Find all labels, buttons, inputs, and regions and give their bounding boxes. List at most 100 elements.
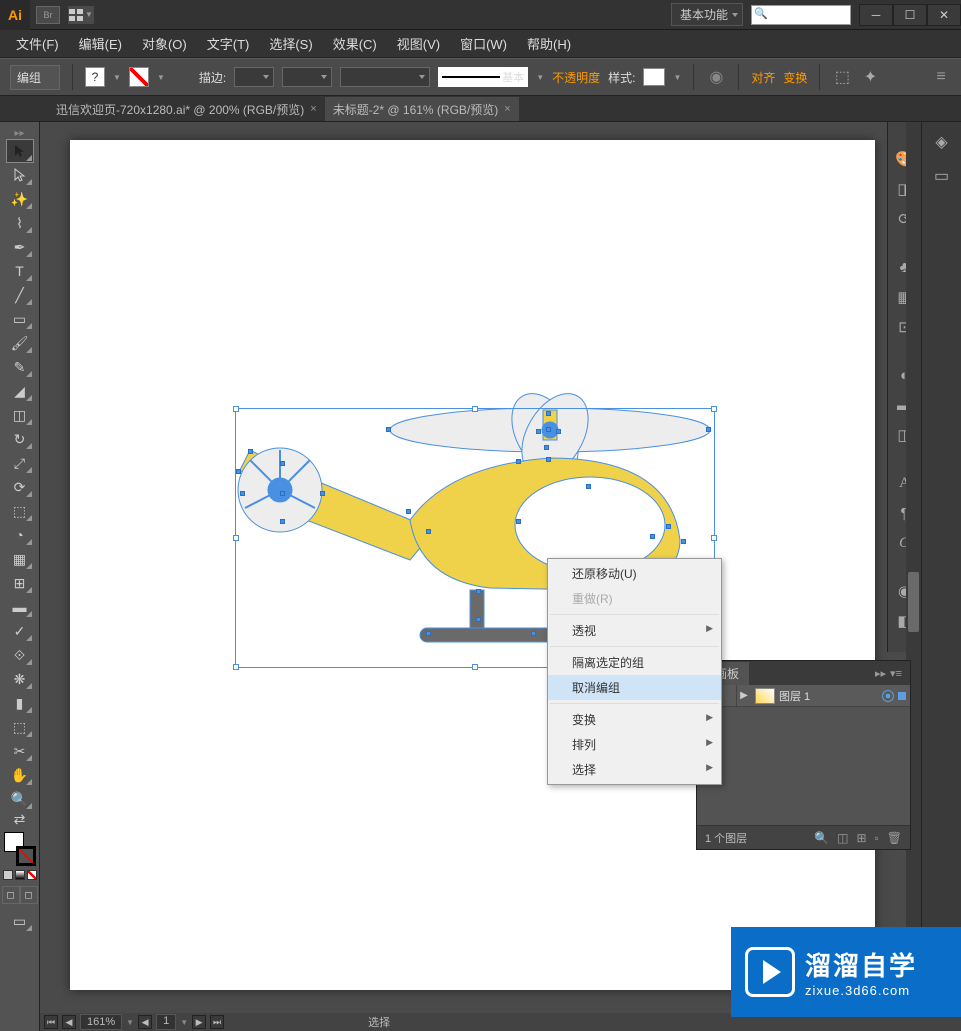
zoom-level[interactable]: 161% [80,1014,122,1030]
shape-builder-tool[interactable]: ◔ [7,524,33,546]
free-transform-tool[interactable]: ⬚ [7,500,33,522]
make-clipping-mask-icon[interactable]: ◫ [837,831,848,845]
rectangle-tool[interactable]: ▭ [7,308,33,330]
draw-mode-behind[interactable]: ◻ [20,886,38,904]
layer-target-icon[interactable] [882,690,894,702]
perspective-grid-tool[interactable]: ▦ [7,548,33,570]
layer-name[interactable]: 图层 1 [779,688,882,704]
artboards-panel-icon[interactable]: ▭ [930,164,954,188]
eyedropper-tool[interactable]: ✓ [7,620,33,642]
recolor-icon[interactable]: ◉ [706,67,726,87]
menu-file[interactable]: 文件(F) [8,30,67,57]
pencil-tool[interactable]: ✎ [7,356,33,378]
sel-handle-nw[interactable] [233,406,239,412]
direct-selection-tool[interactable] [7,164,33,186]
sel-handle-n[interactable] [472,406,478,412]
layers-panel-icon[interactable]: ◈ [930,130,954,154]
line-tool[interactable]: ╱ [7,284,33,306]
menu-type[interactable]: 文字(T) [199,30,258,57]
menu-view[interactable]: 视图(V) [389,30,448,57]
stroke-profile-dropdown[interactable] [282,67,332,87]
lasso-tool[interactable]: ⌇ [7,212,33,234]
close-button[interactable]: ✕ [927,4,961,26]
slice-tool[interactable]: ✂ [7,740,33,762]
artboard-tool[interactable]: ⬚ [7,716,33,738]
brush-definition-dropdown[interactable]: 基本 [438,67,528,87]
cm-transform[interactable]: 变换 [548,707,721,732]
selection-tool[interactable] [7,140,33,162]
canvas-viewport[interactable]: ◂◂ 🎨 ◨ ⟳ ♣ ▦ ⊡ ◐ ▬ ◫ A ¶ O ◉ ◧ [40,122,921,1031]
menu-object[interactable]: 对象(O) [134,30,195,57]
width-tool[interactable]: ⟳ [7,476,33,498]
hand-tool[interactable]: ✋ [7,764,33,786]
vertical-scrollbar[interactable] [906,122,921,1013]
status-nav-prev[interactable]: ◀ [62,1015,76,1029]
panel-collapse-icon[interactable]: ▸▸ [875,667,886,680]
status-artboard-nav-prev[interactable]: ◀ [138,1015,152,1029]
panel-menu-icon[interactable]: ▾≡ [890,667,902,680]
sel-handle-sw[interactable] [233,664,239,670]
tab-close-icon[interactable]: × [310,103,316,115]
menu-select[interactable]: 选择(S) [261,30,320,57]
style-swatch[interactable] [643,68,665,86]
gradient-tool[interactable]: ▬ [7,596,33,618]
bridge-badge[interactable]: Br [36,6,60,24]
maximize-button[interactable]: ☐ [893,4,927,26]
sel-handle-s[interactable] [472,664,478,670]
scrollbar-thumb[interactable] [908,572,919,632]
arrange-documents-dropdown[interactable]: ▼ [68,6,94,24]
menu-window[interactable]: 窗口(W) [452,30,515,57]
toggle-fill-stroke[interactable]: ⇄ [7,812,33,826]
workspace-switcher[interactable]: 基本功能 [671,3,743,26]
edit-clip-icon[interactable]: ✦ [860,67,880,87]
minimize-button[interactable]: ─ [859,4,893,26]
search-input[interactable] [751,5,851,25]
transform-link[interactable]: 变换 [783,69,807,86]
blend-tool[interactable]: ⟐ [7,644,33,666]
type-tool[interactable]: T [7,260,33,282]
align-link[interactable]: 对齐 [751,69,775,86]
stroke-box[interactable] [16,846,36,866]
document-tab[interactable]: 迅信欢迎页-720x1280.ai* @ 200% (RGB/预览) × [48,97,325,121]
isolate-icon[interactable]: ⬚ [832,67,852,87]
scale-tool[interactable]: ⤢ [7,452,33,474]
artboard-number[interactable]: 1 [156,1014,176,1030]
cm-ungroup[interactable]: 取消编组 [548,675,721,700]
status-nav-first[interactable]: ⏮ [44,1015,58,1029]
delete-layer-icon[interactable]: 🗑 [887,831,902,845]
column-graph-tool[interactable]: ▮ [7,692,33,714]
screen-mode-button[interactable]: ▭ [7,910,33,932]
color-mode-gradient[interactable] [15,870,25,880]
menu-help[interactable]: 帮助(H) [519,30,579,57]
cm-perspective[interactable]: 透视 [548,618,721,643]
create-sublayer-icon[interactable]: ⊞ [856,831,866,845]
locate-object-icon[interactable]: 🔍 [814,831,829,845]
help-icon[interactable]: ? [85,67,105,87]
document-tab[interactable]: 未标题-2* @ 161% (RGB/预览) × [325,97,519,121]
zoom-tool[interactable]: 🔍 [7,788,33,810]
eraser-tool[interactable]: ◫ [7,404,33,426]
cm-isolate[interactable]: 隔离选定的组 [548,650,721,675]
tools-grip[interactable]: ▸▸ [0,128,39,138]
color-mode-solid[interactable] [3,870,13,880]
tab-close-icon[interactable]: × [504,103,510,115]
cm-arrange[interactable]: 排列 [548,732,721,757]
menu-edit[interactable]: 编辑(E) [71,30,130,57]
selection-type-label[interactable]: 编组 [10,65,60,90]
sel-handle-ne[interactable] [711,406,717,412]
magic-wand-tool[interactable]: ✨ [7,188,33,210]
sel-handle-e[interactable] [711,535,717,541]
layer-expand-icon[interactable]: ▶ [737,690,751,701]
no-fill-icon[interactable] [129,67,149,87]
blob-brush-tool[interactable]: ◢ [7,380,33,402]
fill-stroke-indicator[interactable] [4,832,36,866]
menu-effect[interactable]: 效果(C) [325,30,385,57]
panel-menu-icon[interactable]: ≡ [931,67,951,87]
pen-tool[interactable]: ✒ [7,236,33,258]
paintbrush-tool[interactable]: 🖌 [7,332,33,354]
cm-select[interactable]: 选择 [548,757,721,782]
opacity-link[interactable]: 不透明度 [552,69,600,86]
stroke-weight-dropdown[interactable] [234,67,274,87]
cm-undo[interactable]: 还原移动(U) [548,561,721,586]
layer-row[interactable]: 👁 ▶ 图层 1 [697,685,910,707]
